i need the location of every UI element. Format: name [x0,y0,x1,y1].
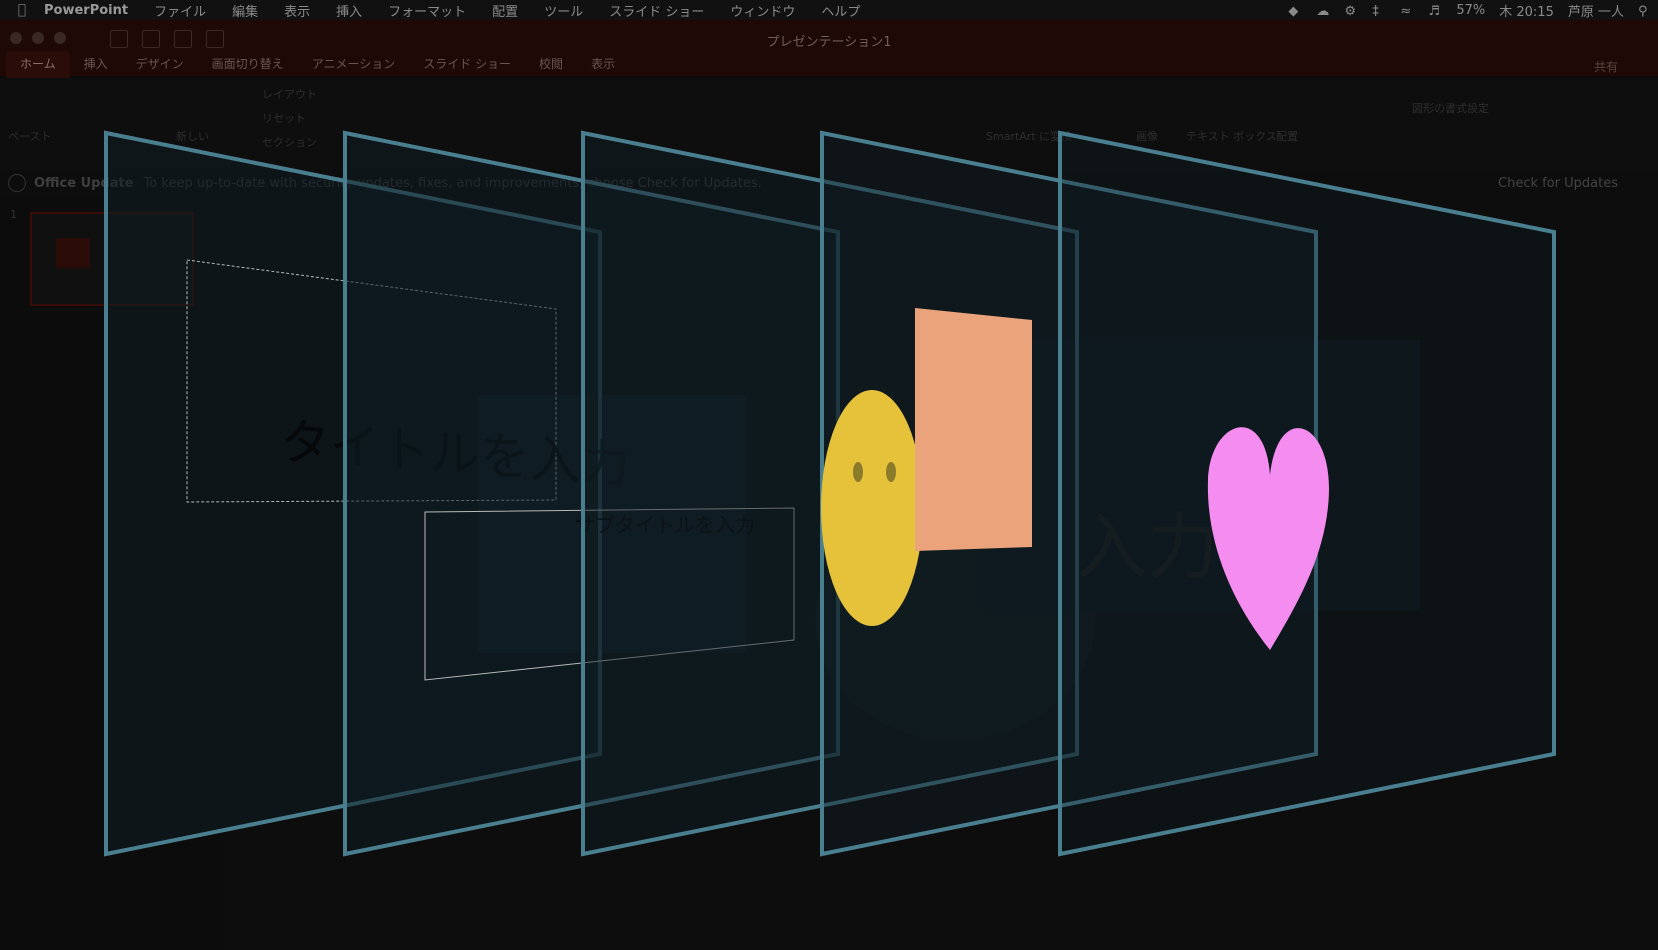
rectangle-shape[interactable] [915,308,1032,551]
smiley-left-eye [853,462,863,482]
layer-overlay: タイトルを入力 サブタイトルを入力 入力 [104,130,1556,857]
smiley-face-shape[interactable] [821,390,923,626]
smiley-right-eye [886,462,896,482]
